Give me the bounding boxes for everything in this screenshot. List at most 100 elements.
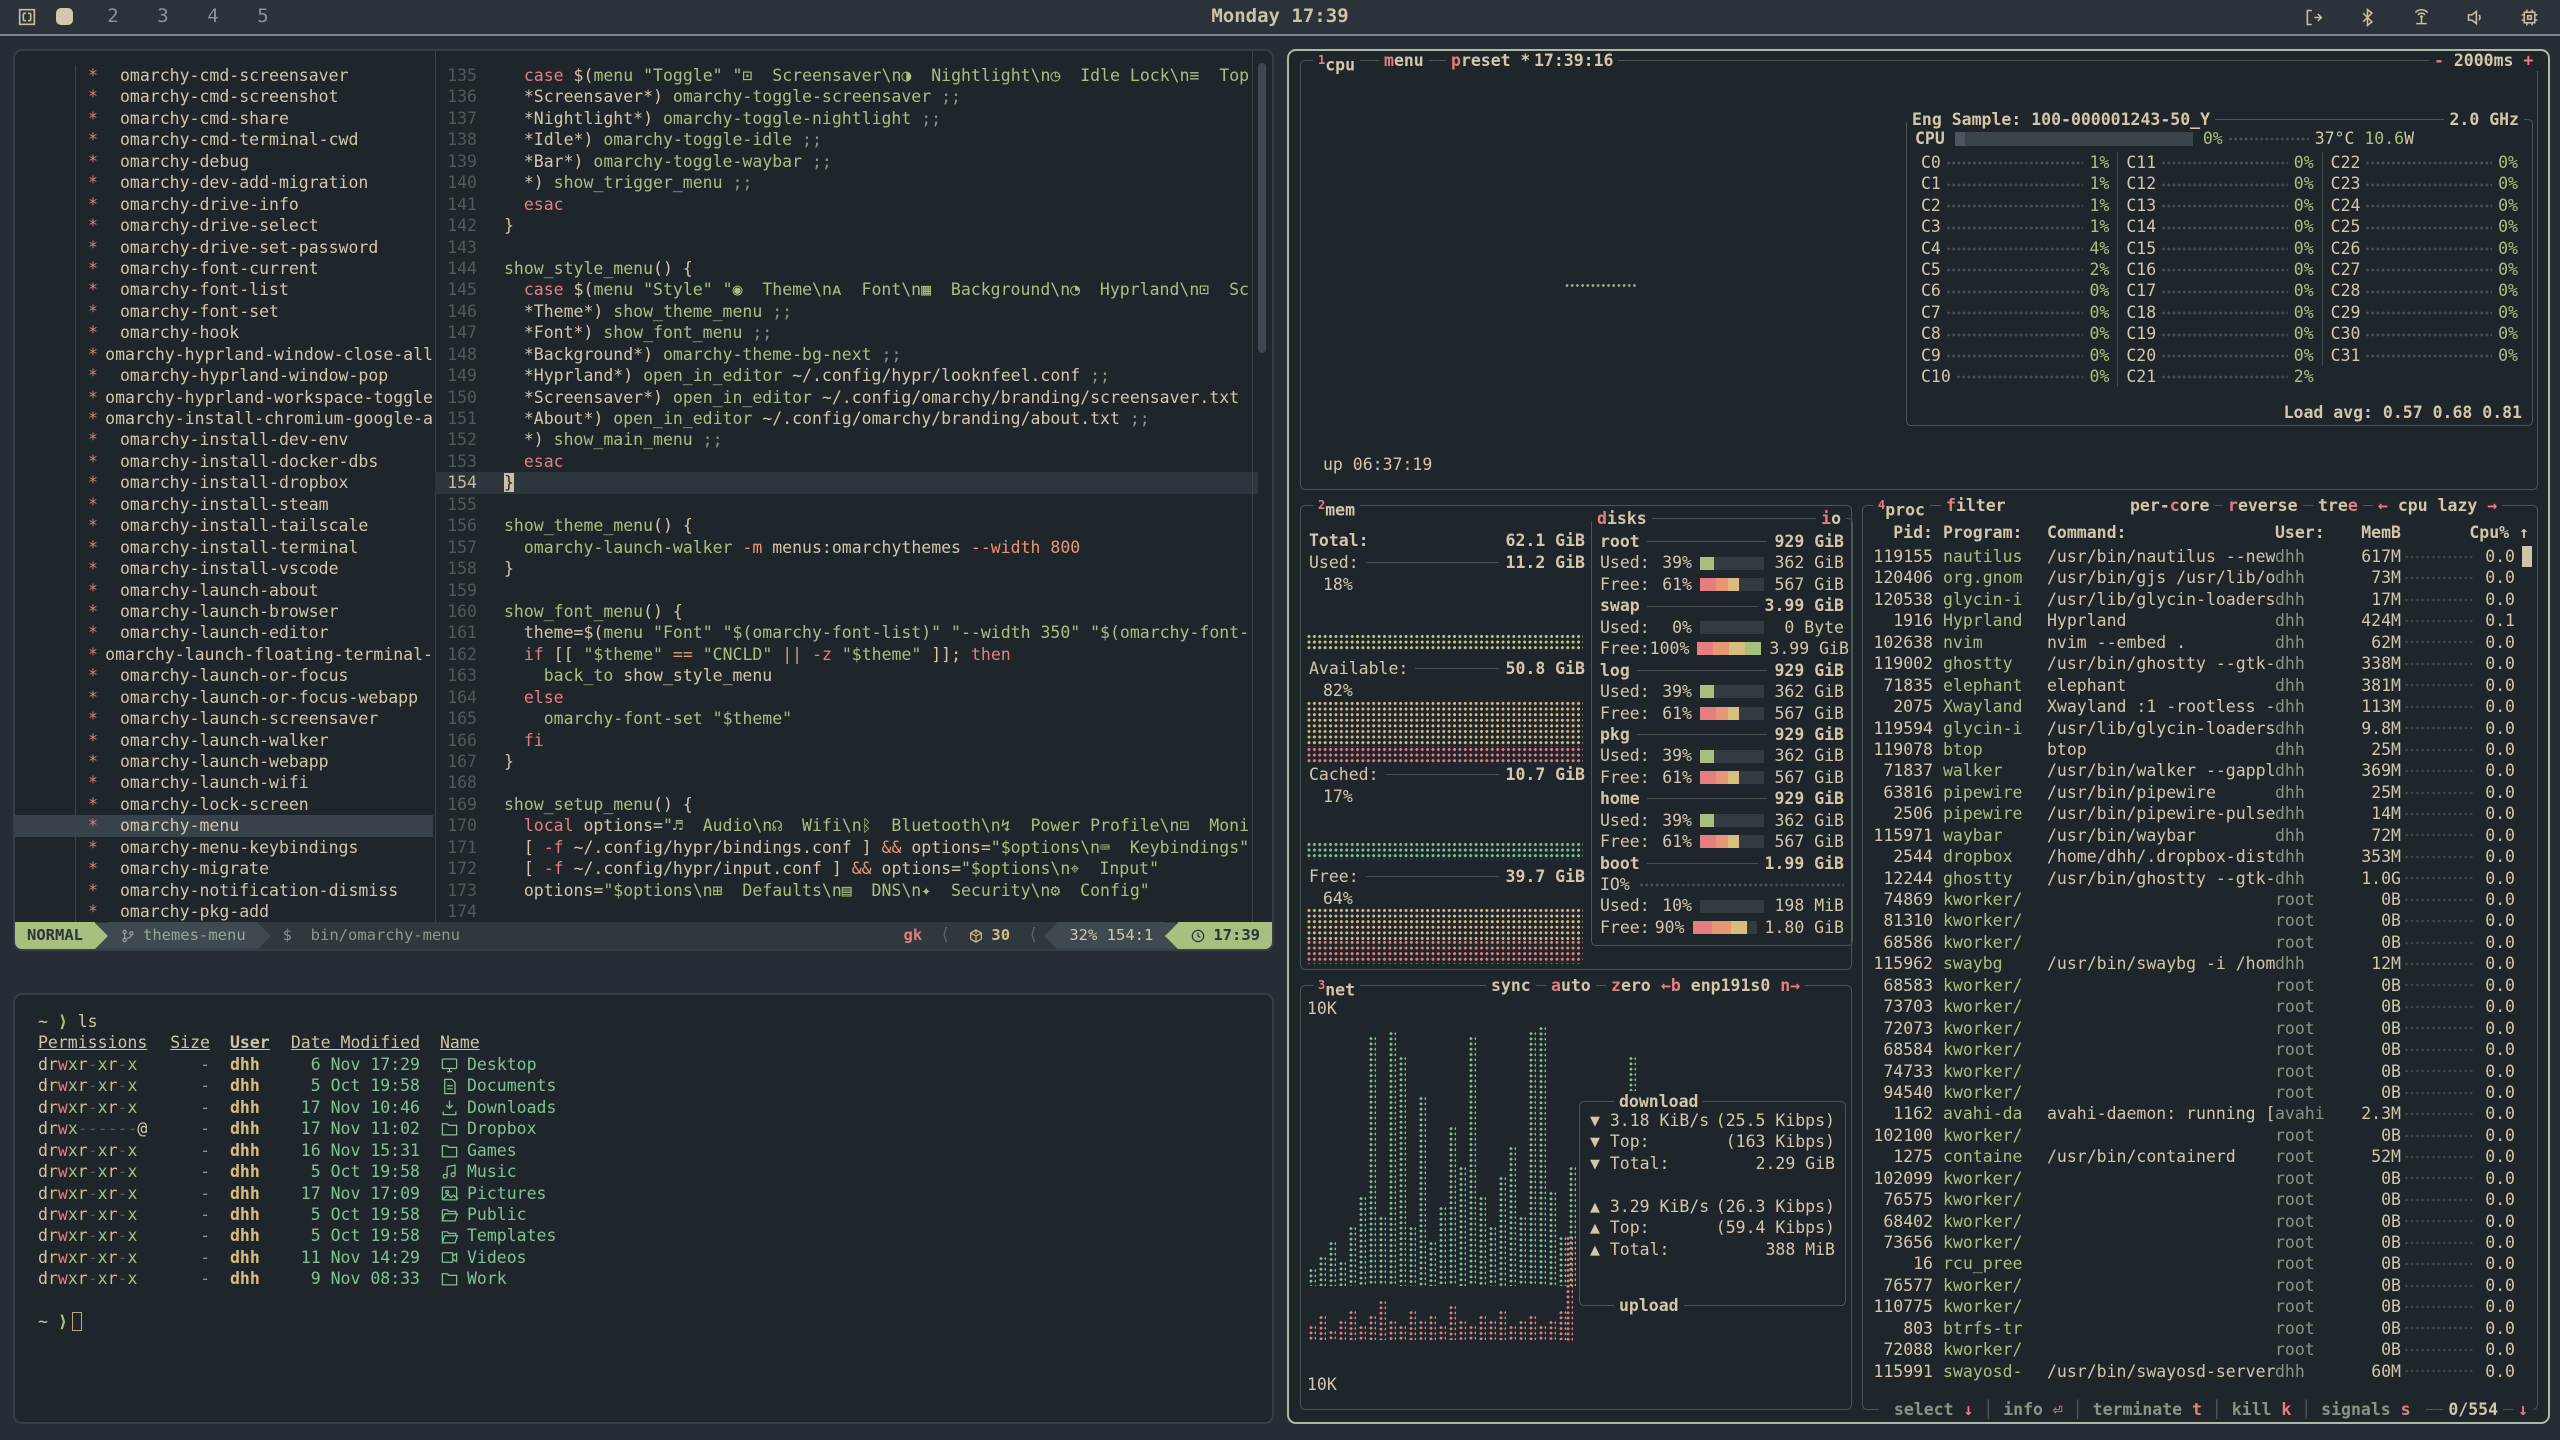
file-list-item[interactable]: *omarchy-cmd-screensaver [15,65,433,86]
proc-row[interactable]: 120406org.gnom/usr/bin/gjs /usr/lib/odhh… [1871,567,2515,588]
percore-button[interactable]: per-core [2125,495,2215,516]
proc-row[interactable]: 73656kworker/root0B0.0 [1871,1232,2515,1253]
prompt-line-2[interactable]: ~ ⟩ [38,1311,1272,1332]
proc-row[interactable]: 81310kworker/root0B0.0 [1871,910,2515,931]
file-list-item[interactable]: *omarchy-install-vscode [15,558,433,579]
zero-button[interactable]: zero [1606,975,1656,996]
proc-row[interactable]: 71835elephantelephantdhh381M0.0 [1871,675,2515,696]
file-list-item[interactable]: *omarchy-cmd-share [15,108,433,129]
file-list-item[interactable]: *omarchy-launch-editor [15,622,433,643]
proc-row[interactable]: 68586kworker/root0B0.0 [1871,932,2515,953]
file-list-item[interactable]: *omarchy-launch-webapp [15,751,433,772]
proc-row[interactable]: 2075XwaylandXwayland :1 -rootless -dhh11… [1871,696,2515,717]
proc-row[interactable]: 119155nautilus/usr/bin/nautilus --newdhh… [1871,546,2515,567]
scroll-down-indicator[interactable]: ↓ [2513,1399,2533,1420]
file-list-item[interactable]: *omarchy-hook [15,322,433,343]
file-list-item[interactable]: *omarchy-cmd-screenshot [15,86,433,107]
interval-control[interactable]: - 2000ms + [2429,50,2538,71]
btop-window[interactable]: 1cpumenupreset *17:39:16- 2000ms +up 06:… [1287,49,2550,1424]
git-branch[interactable]: themes-menu [108,922,258,949]
proc-row[interactable]: 803btrfs-trroot0B0.0 [1871,1318,2515,1339]
proc-scrollbar[interactable] [2522,546,2532,567]
file-list-item[interactable]: *omarchy-pkg-add [15,901,433,922]
interface-selector[interactable]: ←b enp191s0 n→ [1656,975,1805,996]
io-toggle[interactable]: io [1816,508,1846,529]
proc-row[interactable]: 102100kworker/root0B0.0 [1871,1125,2515,1146]
proc-row[interactable]: 94540kworker/root0B0.0 [1871,1082,2515,1103]
file-list-item[interactable]: *omarchy-cmd-terminal-cwd [15,129,433,150]
proc-row[interactable]: 72073kworker/root0B0.0 [1871,1018,2515,1039]
file-list-item[interactable]: *omarchy-launch-or-focus-webapp [15,687,433,708]
proc-row[interactable]: 63816pipewire/usr/bin/pipewiredhh25M0.0 [1871,782,2515,803]
file-list-item[interactable]: *omarchy-migrate [15,858,433,879]
menu-button[interactable]: menu [1379,50,1429,71]
workspace-5[interactable]: 5 [253,6,273,27]
file-list-item[interactable]: *omarchy-drive-set-password [15,237,433,258]
proc-row[interactable]: 102099kworker/root0B0.0 [1871,1168,2515,1189]
file-list-item[interactable]: *omarchy-hyprland-workspace-toggle [15,387,433,408]
file-list-item[interactable]: *omarchy-menu [15,815,433,836]
file-list-item[interactable]: *omarchy-dev-add-migration [15,172,433,193]
proc-row[interactable]: 74733kworker/root0B0.0 [1871,1061,2515,1082]
file-list-item[interactable]: *omarchy-install-docker-dbs [15,451,433,472]
volume-icon[interactable] [2465,7,2486,28]
file-list-item[interactable]: *omarchy-install-dev-env [15,429,433,450]
proc-row[interactable]: 74869kworker/root0B0.0 [1871,889,2515,910]
proc-row[interactable]: 68402kworker/root0B0.0 [1871,1211,2515,1232]
preset-button[interactable]: preset * [1446,50,1535,71]
file-list-item[interactable]: *omarchy-launch-walker [15,730,433,751]
file-list-item[interactable]: *omarchy-install-chromium-google-a [15,408,433,429]
tree-button[interactable]: tree [2313,495,2363,516]
file-list-item[interactable]: *omarchy-install-steam [15,494,433,515]
auto-button[interactable]: auto [1546,975,1596,996]
proc-row[interactable]: 76577kworker/root0B0.0 [1871,1275,2515,1296]
network-icon[interactable] [2411,7,2432,28]
file-list-item[interactable]: *omarchy-hyprland-window-close-all [15,344,433,365]
file-list-item[interactable]: *omarchy-menu-keybindings [15,837,433,858]
file-list-item[interactable]: *omarchy-notification-dismiss [15,880,433,901]
file-list-item[interactable]: *omarchy-install-tailscale [15,515,433,536]
workspace-1[interactable]: 1 [56,8,73,25]
editor-scrollbar[interactable] [1258,63,1266,353]
proc-row[interactable]: 115991swayosd-/usr/bin/swayosd-serverdhh… [1871,1361,2515,1382]
bluetooth-icon[interactable] [2357,7,2378,28]
file-list-item[interactable]: *omarchy-launch-floating-terminal- [15,644,433,665]
proc-row[interactable]: 102638nvimnvim --embed .dhh62M0.0 [1871,632,2515,653]
workspace-3[interactable]: 3 [153,6,173,27]
file-list-item[interactable]: *omarchy-lock-screen [15,794,433,815]
proc-row[interactable]: 2506pipewire/usr/bin/pipewire-pulsedhh14… [1871,803,2515,824]
proc-row[interactable]: 119002ghostty/usr/bin/ghostty --gtk-dhh3… [1871,653,2515,674]
proc-row[interactable]: 76575kworker/root0B0.0 [1871,1189,2515,1210]
file-list-item[interactable]: *omarchy-font-list [15,279,433,300]
proc-row[interactable]: 115971waybar/usr/bin/waybardhh72M0.0 [1871,825,2515,846]
proc-row[interactable]: 72088kworker/root0B0.0 [1871,1339,2515,1360]
code-pane[interactable]: 135 case $(menu "Toggle" "⊡ Screensaver\… [435,65,1258,922]
proc-row[interactable]: 2544dropbox/home/dhh/.dropbox-distdhh353… [1871,846,2515,867]
cpu-icon[interactable] [2519,7,2540,28]
proc-row[interactable]: 16rcu_preeroot0B0.0 [1871,1253,2515,1274]
screenshare-icon[interactable] [2303,7,2324,28]
proc-row[interactable]: 68584kworker/root0B0.0 [1871,1039,2515,1060]
file-list-item[interactable]: *omarchy-install-terminal [15,537,433,558]
proc-row[interactable]: 119594glycin-i/usr/lib/glycin-loadersdhh… [1871,718,2515,739]
proc-row[interactable]: 119078btopbtopdhh25M0.0 [1871,739,2515,760]
proc-row[interactable]: 1162avahi-daavahi-daemon: running [avahi… [1871,1103,2515,1124]
file-list-item[interactable]: *omarchy-drive-select [15,215,433,236]
sync-button[interactable]: sync [1486,975,1536,996]
file-list-item[interactable]: *omarchy-launch-wifi [15,772,433,793]
workspace-2[interactable]: 2 [103,6,123,27]
proc-row[interactable]: 1275containe/usr/bin/containerdroot52M0.… [1871,1146,2515,1167]
file-list-item[interactable]: *omarchy-launch-browser [15,601,433,622]
file-list-item[interactable]: *omarchy-debug [15,151,433,172]
file-list-item[interactable]: *omarchy-install-dropbox [15,472,433,493]
omarchy-logo-icon[interactable] [16,6,38,28]
reverse-button[interactable]: reverse [2223,495,2303,516]
proc-row[interactable]: 115962swaybg/usr/bin/swaybg -i /homdhh12… [1871,953,2515,974]
file-list-item[interactable]: *omarchy-hyprland-window-pop [15,365,433,386]
file-list-item[interactable]: *omarchy-font-set [15,301,433,322]
proc-row[interactable]: 1916HyprlandHyprlanddhh424M0.1 [1871,610,2515,631]
workspace-4[interactable]: 4 [203,6,223,27]
proc-row[interactable]: 120538glycin-i/usr/lib/glycin-loadersdhh… [1871,589,2515,610]
proc-row[interactable]: 68583kworker/root0B0.0 [1871,975,2515,996]
file-list-item[interactable]: *omarchy-launch-screensaver [15,708,433,729]
